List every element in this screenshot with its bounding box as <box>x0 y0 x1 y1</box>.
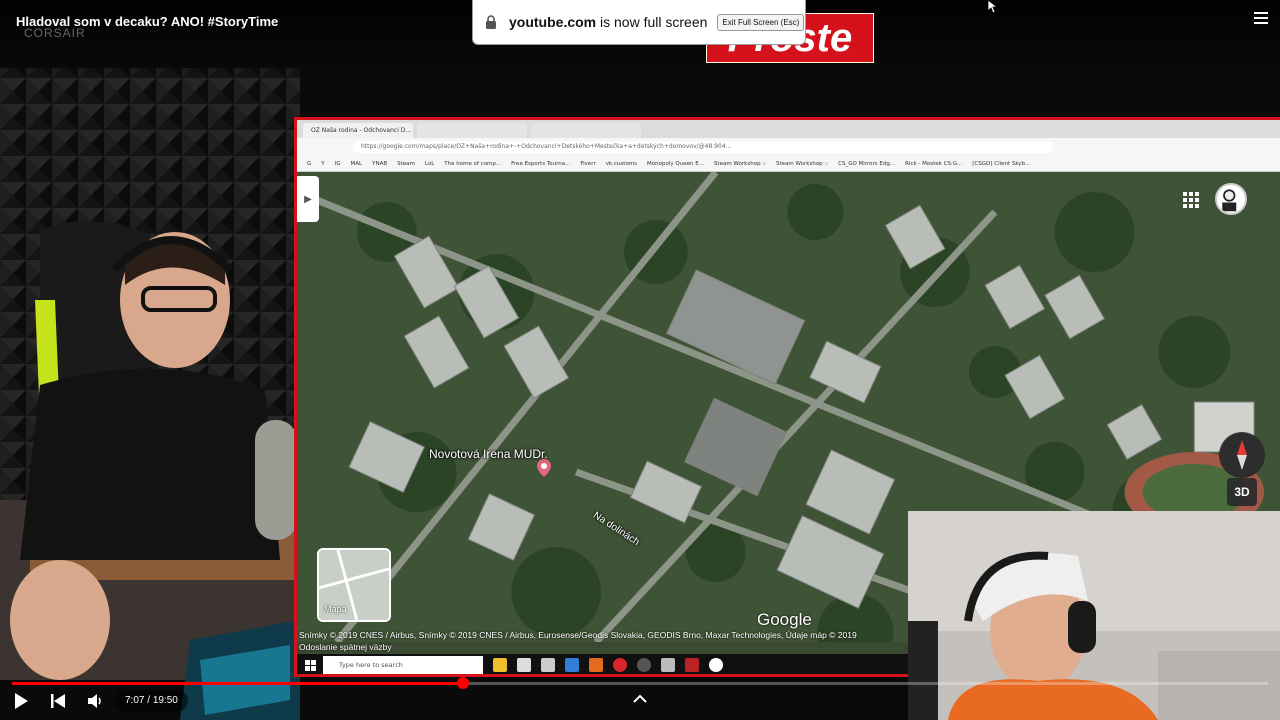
fullscreen-message: youtube.com is now full screen <box>509 14 707 30</box>
3d-view-button[interactable]: 3D <box>1227 478 1257 506</box>
google-logo: Google <box>757 610 812 629</box>
send-feedback-link[interactable]: Odoslanie spätnej väzby <box>299 642 392 652</box>
chevron-up-icon[interactable] <box>633 694 647 704</box>
progress-bar-played[interactable] <box>12 682 463 685</box>
bookmark-item[interactable]: Steam <box>397 161 415 167</box>
bookmark-item[interactable]: CS_GO Mirrors Edg... <box>838 161 895 167</box>
map-pin-icon[interactable] <box>537 459 551 477</box>
time-separator: / <box>144 695 153 706</box>
windows-start-icon[interactable] <box>305 660 316 671</box>
bookmark-item[interactable]: The home of comp... <box>444 161 501 167</box>
account-avatar[interactable] <box>1215 183 1247 215</box>
time-display: 7:07 / 19:50 <box>115 690 188 712</box>
office-icon[interactable] <box>589 658 603 672</box>
bookmark-item[interactable]: vk.customs <box>606 161 637 167</box>
browser-tab-strip: OZ Naša rodina - Odchovanci D... <box>297 120 1280 138</box>
current-time: 7:07 <box>125 695 145 706</box>
exit-fullscreen-button[interactable]: Exit Full Screen (Esc) <box>717 13 805 31</box>
webcam-overlay <box>908 511 1280 720</box>
mouse-cursor-icon <box>988 0 998 14</box>
bookmark-item[interactable]: MAL <box>351 161 363 167</box>
obs-icon[interactable] <box>637 658 651 672</box>
settings-icon[interactable] <box>661 658 675 672</box>
file-explorer-icon[interactable] <box>493 658 507 672</box>
browser-tab[interactable] <box>417 123 527 138</box>
previous-icon[interactable] <box>50 692 66 710</box>
bookmark-item[interactable]: Fiverr <box>580 161 595 167</box>
progress-scrubber[interactable] <box>456 677 469 689</box>
taskbar-search[interactable]: Type here to search <box>323 656 483 674</box>
bookmark-item[interactable]: LoL <box>425 161 434 167</box>
bookmarks-bar: G Y IG MAL YNAB Steam LoL The home of comp... Fr… <box>297 156 1280 172</box>
bookmark-item[interactable]: IG <box>335 161 341 167</box>
map-layer-label: Mapa <box>324 604 347 614</box>
browser-toolbar: https://google.com/maps/place/OZ+Naša+ro… <box>297 138 1280 156</box>
bookmark-item[interactable]: Steam Workshop :: <box>776 161 828 167</box>
browser-tab[interactable] <box>531 123 641 138</box>
corsair-watermark: CORSAIR <box>24 26 86 40</box>
address-bar[interactable]: https://google.com/maps/place/OZ+Naša+ro… <box>353 141 1053 153</box>
compass-icon[interactable] <box>1219 432 1265 478</box>
browser-tab-active[interactable]: OZ Naša rodina - Odchovanci D... <box>303 123 413 138</box>
store-icon[interactable] <box>517 658 531 672</box>
mail-icon[interactable] <box>541 658 555 672</box>
map-attribution: Snímky © 2019 CNES / Airbus, Snímky © 20… <box>299 630 857 640</box>
bookmark-item[interactable]: G <box>307 161 311 167</box>
opera-icon[interactable] <box>613 658 627 672</box>
bookmark-item[interactable]: YNAB <box>372 161 387 167</box>
fullscreen-banner: youtube.com is now full screen Exit Full… <box>472 0 806 45</box>
lock-icon <box>486 15 496 29</box>
fullscreen-domain: youtube.com <box>509 14 597 30</box>
bookmark-item[interactable]: Rick - Mostek CS:G... <box>905 161 962 167</box>
play-icon[interactable] <box>13 692 29 710</box>
app-icon[interactable] <box>709 658 723 672</box>
bookmark-item[interactable]: [CSGO] Client Skyb... <box>972 161 1030 167</box>
volume-icon[interactable] <box>86 692 104 710</box>
bookmark-item[interactable]: Monopoly Queen E... <box>647 161 704 167</box>
place-label[interactable]: Novotová Irena MUDr. <box>429 447 548 461</box>
bookmark-item[interactable]: Free Esports Tourna... <box>511 161 570 167</box>
bookmark-item[interactable]: Steam Workshop :: <box>714 161 766 167</box>
duration: 19:50 <box>152 695 178 706</box>
map-layer-toggle[interactable]: Mapa <box>317 548 391 622</box>
app-icon[interactable] <box>685 658 699 672</box>
menu-icon[interactable] <box>1254 12 1268 24</box>
vscode-icon[interactable] <box>565 658 579 672</box>
fullscreen-text: is now full screen <box>596 14 708 30</box>
taskbar-apps <box>493 658 723 672</box>
google-apps-icon[interactable] <box>1183 192 1199 208</box>
bookmark-item[interactable]: Y <box>321 161 324 167</box>
collapse-panel-button[interactable]: ▶ <box>297 176 319 222</box>
